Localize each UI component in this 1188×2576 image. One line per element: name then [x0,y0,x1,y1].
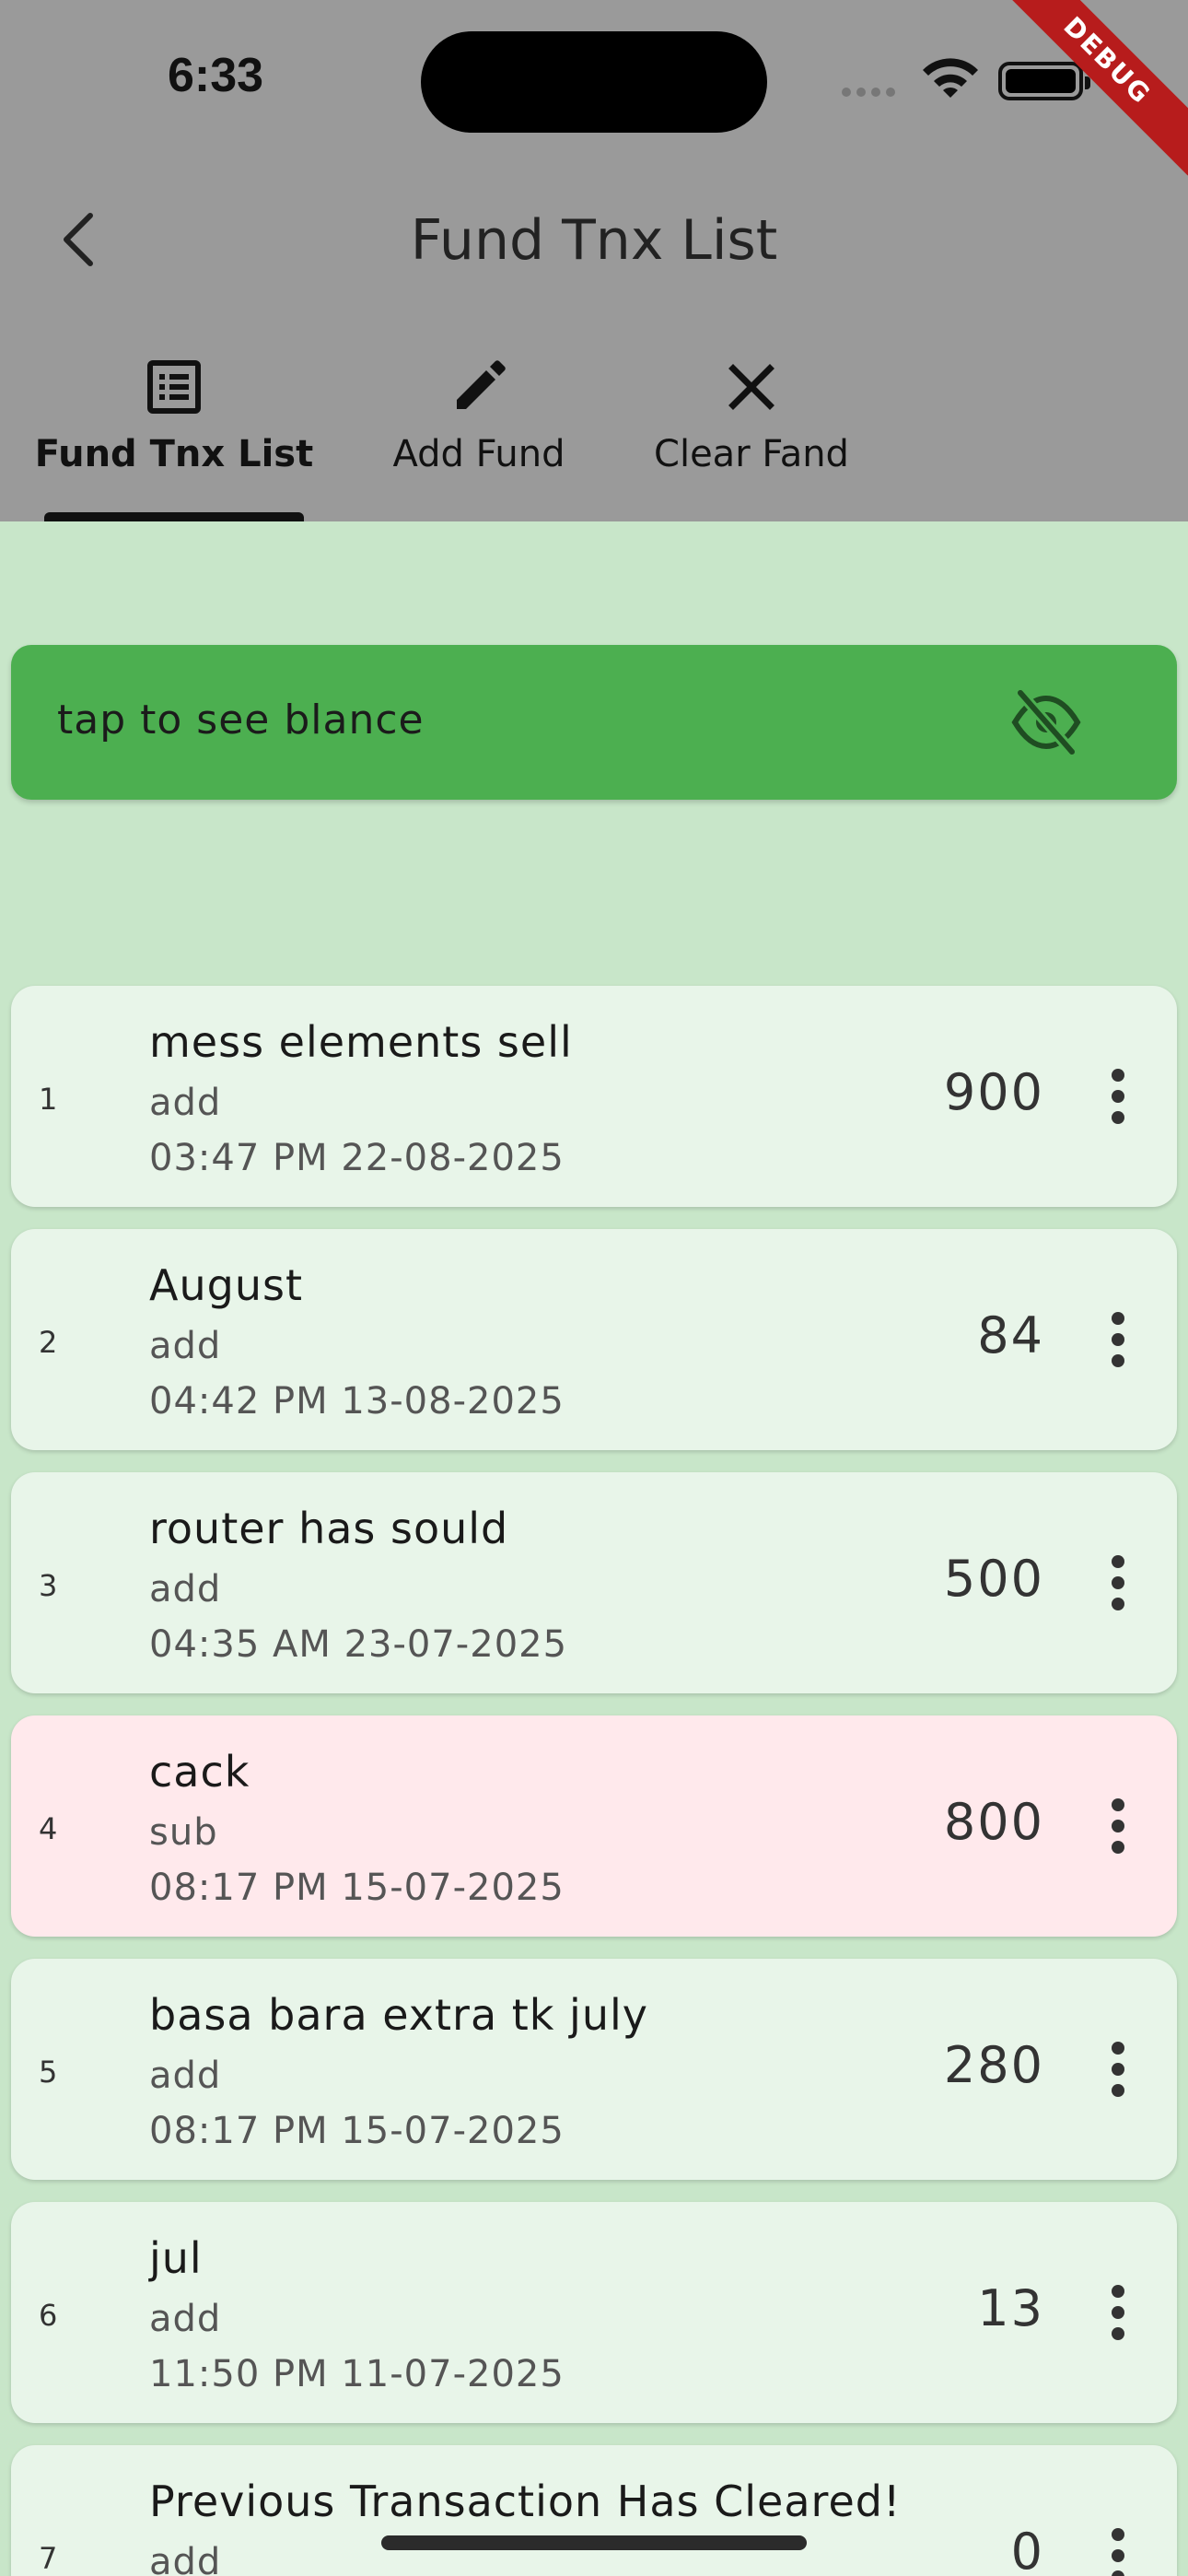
transaction-title: Previous Transaction Has Cleared! [149,2476,902,2526]
tab-add-fund[interactable]: Add Fund [385,350,573,521]
tab-label: Fund Tnx List [34,433,314,475]
signal-icon [842,83,901,100]
row-index: 2 [39,1325,58,1360]
transaction-type: sub [149,1811,218,1854]
transaction-datetime: 04:35 AM 23-07-2025 [149,1623,568,1666]
transaction-datetime: 11:50 PM 11-07-2025 [149,2353,565,2395]
transaction-type: add [149,1082,222,1124]
transaction-datetime: 03:47 PM 22-08-2025 [149,1137,565,1179]
more-vert-icon[interactable] [1107,1798,1129,1854]
toolbar: Fund Tnx List [0,157,1188,322]
transaction-title: cack [149,1747,250,1797]
row-index: 1 [39,1082,58,1117]
transaction-datetime: 08:17 PM 15-07-2025 [149,2110,565,2152]
transaction-type: add [149,2055,222,2097]
tab-label: Add Fund [392,433,565,475]
eye-off-icon[interactable] [1011,689,1081,755]
tab-label: Clear Fand [654,433,849,475]
transaction-title: mess elements sell [149,1017,573,1067]
balance-hint: tap to see blance [57,697,425,744]
transaction-type: add [149,2541,222,2576]
transaction-title: jul [149,2233,203,2283]
transaction-datetime: 08:17 PM 15-07-2025 [149,1867,565,1909]
more-vert-icon[interactable] [1107,2528,1129,2576]
transaction-amount: 500 [943,1550,1044,1608]
close-icon [728,364,775,410]
row-index: 4 [39,1811,58,1846]
status-time: 6:33 [168,49,264,102]
transaction-type: add [149,2298,222,2340]
more-vert-icon[interactable] [1107,1069,1129,1124]
transaction-type: add [149,1325,222,1367]
home-indicator[interactable] [381,2535,807,2550]
battery-icon [998,62,1090,100]
transaction-amount: 84 [977,1306,1044,1364]
row-index: 7 [39,2541,58,2576]
transaction-title: August [149,1260,303,1310]
app-bar: 6:33 DEBUG Fund Tnx List Fund Tnx List A… [0,0,1188,521]
transaction-type: add [149,1568,222,1610]
more-vert-icon[interactable] [1107,2042,1129,2097]
transaction-amount: 280 [943,2036,1044,2094]
balance-card[interactable]: tap to see blance [11,645,1177,800]
page-title: Fund Tnx List [410,208,778,273]
transaction-datetime: 04:42 PM 13-08-2025 [149,1380,565,1423]
tab-fund-tnx-list[interactable]: Fund Tnx List [35,350,313,521]
more-vert-icon[interactable] [1107,2285,1129,2340]
more-vert-icon[interactable] [1107,1312,1129,1367]
status-bar: 6:33 DEBUG [0,0,1188,176]
more-vert-icon[interactable] [1107,1555,1129,1610]
row-index: 3 [39,1568,58,1603]
pencil-icon [457,360,506,409]
transaction-card[interactable]: 1 mess elements sell add 03:47 PM 22-08-… [11,986,1177,1207]
dynamic-island [421,31,767,133]
tab-bar: Fund Tnx List Add Fund Clear Fand [0,350,1188,521]
transaction-card[interactable]: 7 Previous Transaction Has Cleared! add … [11,2445,1177,2576]
transaction-amount: 800 [943,1793,1044,1851]
transaction-amount: 900 [943,1063,1044,1121]
transaction-amount: 13 [977,2279,1044,2337]
tab-clear-fund[interactable]: Clear Fand [650,350,853,521]
transaction-card[interactable]: 2 August add 04:42 PM 13-08-2025 84 [11,1229,1177,1450]
row-index: 5 [39,2055,58,2090]
transaction-card[interactable]: 4 cack sub 08:17 PM 15-07-2025 800 [11,1715,1177,1937]
transaction-title: basa bara extra tk july [149,1990,648,2040]
tab-indicator [44,512,304,521]
list-icon [147,360,201,414]
transaction-card[interactable]: 5 basa bara extra tk july add 08:17 PM 1… [11,1959,1177,2180]
row-index: 6 [39,2298,58,2333]
transaction-card[interactable]: 6 jul add 11:50 PM 11-07-2025 13 [11,2202,1177,2423]
wifi-icon [923,58,978,98]
transaction-card[interactable]: 3 router has sould add 04:35 AM 23-07-20… [11,1472,1177,1693]
transaction-title: router has sould [149,1504,509,1553]
transaction-amount: 0 [1010,2523,1044,2576]
